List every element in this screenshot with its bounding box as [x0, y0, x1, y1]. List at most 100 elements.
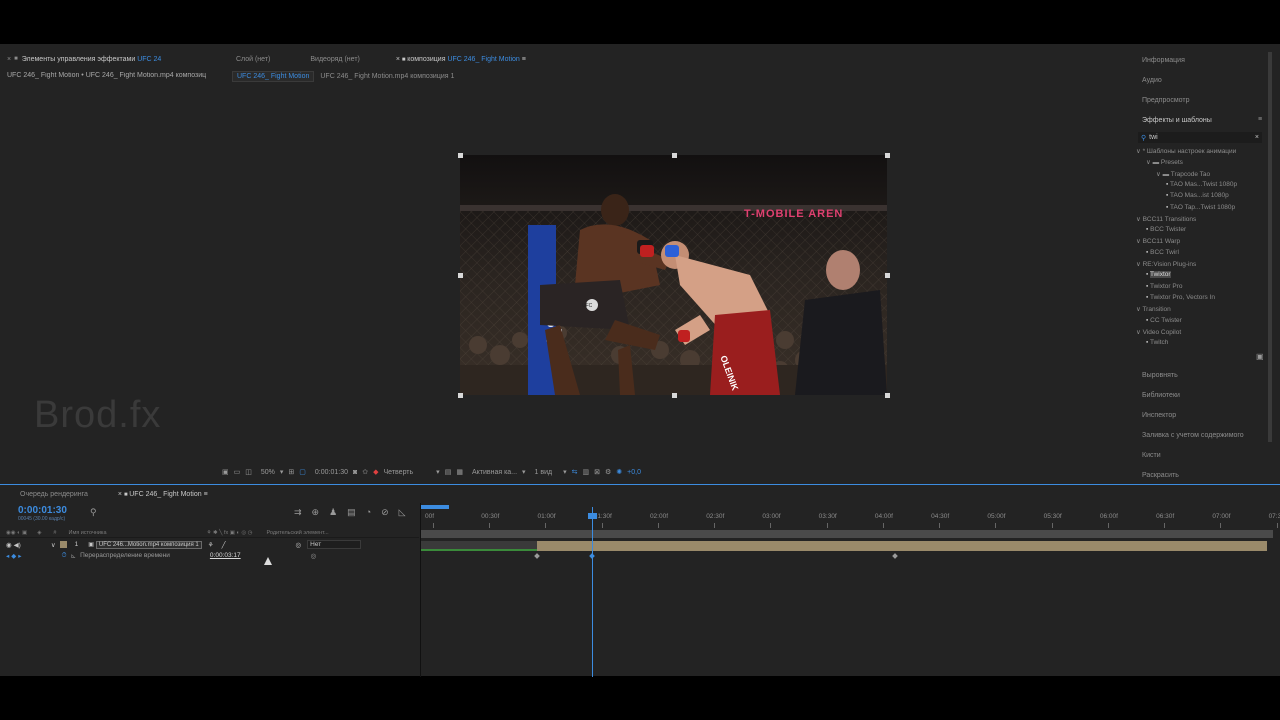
collapse-switch-icon[interactable]: ⚘ — [208, 541, 214, 549]
chevron-down-icon[interactable]: ▾ — [522, 468, 526, 476]
graph-editor-icon[interactable]: ⊘ — [381, 507, 389, 518]
time-remap-row[interactable]: ◂ ◆ ▸ ⏱ ⊾ Перераспределение времени 0:00… — [0, 550, 419, 561]
effects-tree-item[interactable]: ▪ TAO Mas...ist 1080p — [1166, 192, 1229, 199]
channel-icon[interactable]: ✿ — [362, 468, 368, 476]
chevron-down-icon[interactable]: ▾ — [436, 468, 440, 476]
effects-tree-item[interactable]: ∨ * Шаблоны настроек анимации — [1136, 147, 1236, 155]
panel-inspector[interactable]: Инспектор — [1142, 412, 1176, 419]
layer-name[interactable]: UFC 246...Motion.mp4 композиция 1 — [95, 540, 202, 549]
layout-icon[interactable]: ⇆ — [572, 468, 578, 476]
resolution-select[interactable]: Четверть — [384, 469, 414, 476]
keyframe[interactable] — [892, 553, 898, 559]
playhead[interactable] — [592, 507, 593, 677]
transform-handle[interactable] — [885, 153, 890, 158]
grid-icon[interactable]: ⊞ — [288, 468, 294, 476]
quality-switch-icon[interactable]: ╱ — [222, 541, 226, 549]
exposure-value[interactable]: +0,0 — [627, 469, 641, 476]
expand-icon[interactable]: ∨ — [51, 541, 56, 549]
effects-tree-item[interactable]: ∨ BCC11 Transitions — [1136, 215, 1196, 223]
effects-tree-item[interactable]: ∨ RE:Vision Plug-ins — [1136, 260, 1196, 268]
time-ruler[interactable]: 00f 00:30f 01:00f 01:30f 02:00f 02:30f 03:00f 0… — [421, 509, 1280, 529]
transparency-icon[interactable]: ▦ — [456, 468, 463, 476]
flowchart-icon[interactable]: ⚙ — [605, 468, 611, 476]
parent-pickwhip-icon[interactable]: ◎ — [296, 541, 302, 549]
label-color[interactable] — [59, 541, 67, 548]
panel-preview[interactable]: Предпросмотр — [1142, 97, 1189, 104]
shy-icon[interactable]: ♟ — [329, 507, 337, 518]
transform-handle[interactable] — [885, 273, 890, 278]
panel-info[interactable]: Информация — [1142, 57, 1185, 64]
effects-tree-item[interactable]: ▪ Twixtor Pro — [1146, 283, 1183, 290]
effects-tree-item[interactable]: ▪ TAO Tap...Twist 1080p — [1166, 204, 1235, 211]
tab-layer[interactable]: Слой (нет) — [228, 56, 278, 63]
comp-mini-flowchart-icon[interactable]: ⇉ — [294, 507, 302, 518]
tab-effect-controls[interactable]: Элементы управления эффектами UFC 24 — [18, 56, 166, 63]
effects-tree-item[interactable]: ▪ Twixtor Pro, Vectors In — [1146, 294, 1215, 301]
time-remap-value[interactable]: 0:00:03:17 — [210, 552, 241, 559]
effects-search[interactable]: ⚲ twi × — [1138, 132, 1262, 143]
motion-blur-icon[interactable]: ◔ — [366, 507, 371, 518]
mask-icon[interactable]: ◫ — [245, 468, 252, 476]
menu-icon[interactable]: ≡ — [522, 56, 526, 63]
effects-presets-title[interactable]: Эффекты и шаблоны — [1142, 117, 1212, 124]
hide-icon[interactable]: ◺ — [399, 507, 406, 518]
tab-footage[interactable]: Видеоряд (нет) — [302, 56, 367, 63]
color-icon[interactable]: ◆ — [373, 468, 378, 476]
chevron-down-icon[interactable]: ▾ — [280, 468, 284, 476]
exposure-icon[interactable]: ✺ — [616, 468, 622, 476]
effects-tree-item[interactable]: ∨ ▬ Presets — [1146, 158, 1183, 166]
effects-tree-item[interactable]: ▪ CC Twister — [1146, 317, 1182, 324]
monitor-icon[interactable]: ▭ — [234, 468, 241, 476]
transform-handle[interactable] — [458, 393, 463, 398]
menu-icon[interactable]: ≡ — [1258, 116, 1262, 123]
panel-brushes[interactable]: Кисти — [1142, 452, 1161, 459]
effects-tree-item[interactable]: ∨ Transition — [1136, 305, 1171, 313]
tab-render-queue[interactable]: Очередь рендеринга — [12, 491, 96, 498]
transform-handle[interactable] — [885, 393, 890, 398]
playhead-head[interactable] — [588, 513, 597, 519]
visibility-icon[interactable]: ◉ — [6, 541, 12, 549]
draft-3d-icon[interactable]: ⊕ — [312, 507, 320, 518]
effects-tree-item[interactable]: ▪ Twixtor — [1146, 271, 1171, 279]
transform-handle[interactable] — [672, 393, 677, 398]
video-frame[interactable]: ESP T-MOBILE AREN UFC — [460, 155, 887, 395]
new-item-icon[interactable]: ▣ — [1256, 352, 1264, 361]
panel-align[interactable]: Выровнять — [1142, 372, 1178, 379]
transform-handle[interactable] — [458, 273, 463, 278]
col-source-name[interactable]: Имя источника — [68, 530, 106, 536]
camera-snapshot-icon[interactable]: ◙ — [353, 469, 357, 476]
panel-content-aware-fill[interactable]: Заливка с учетом содержимого — [1142, 432, 1244, 439]
panel-paint[interactable]: Раскрасить — [1142, 472, 1179, 479]
clear-search-icon[interactable]: × — [1255, 134, 1259, 141]
camera-select[interactable]: Активная ка... — [472, 469, 517, 476]
layer-duration-bar[interactable] — [537, 541, 1267, 551]
parent-select[interactable]: Нет — [307, 540, 362, 549]
chevron-down-icon[interactable]: ▾ — [563, 468, 567, 476]
pickwhip-icon[interactable]: ◎ — [311, 552, 317, 560]
layer-row[interactable]: ◉ ◀) ∨ 1 ▣ UFC 246...Motion.mp4 композиц… — [0, 539, 419, 550]
breadcrumb-parent[interactable]: UFC 246_ Fight Motion.mp4 композиция 1 — [320, 73, 454, 80]
effects-tree-item[interactable]: ▪ BCC Twirl — [1146, 249, 1179, 256]
next-keyframe-icon[interactable]: ▸ — [18, 552, 21, 560]
effects-tree-item[interactable]: ▪ TAO Mas...Twist 1080p — [1166, 181, 1237, 188]
breadcrumb-current[interactable]: UFC 246_ Fight Motion — [232, 70, 315, 82]
roi-icon[interactable]: ▤ — [445, 468, 452, 476]
search-input[interactable]: twi — [1149, 134, 1158, 141]
current-time-display[interactable]: 0:00:01:30 — [315, 469, 348, 476]
close-icon[interactable]: × — [4, 56, 14, 63]
frame-blending-icon[interactable]: ▤ — [347, 507, 356, 518]
search-icon[interactable]: ⚲ — [90, 507, 97, 518]
keyframe-toggle-icon[interactable]: ◆ — [11, 552, 16, 560]
effects-tree-item[interactable]: ∨ BCC11 Warp — [1136, 237, 1180, 245]
tab-composition[interactable]: × ■ композиция UFC 246_ Fight Motion ≡ — [388, 56, 534, 63]
col-parent[interactable]: Родительский элемент... — [266, 530, 328, 536]
effects-tree-item[interactable]: ∨ Video Copilot — [1136, 328, 1181, 336]
effects-tree-item[interactable]: ▪ BCC Twister — [1146, 226, 1186, 233]
menu-icon[interactable]: ≡ — [204, 491, 208, 498]
graph-icon[interactable]: ⊾ — [71, 552, 76, 560]
transform-handle[interactable] — [672, 153, 677, 158]
keyframe[interactable] — [534, 553, 540, 559]
panel-audio[interactable]: Аудио — [1142, 77, 1162, 84]
effects-tree-item[interactable]: ▪ Twitch — [1146, 339, 1168, 346]
stopwatch-icon[interactable]: ⏱ — [62, 552, 67, 560]
